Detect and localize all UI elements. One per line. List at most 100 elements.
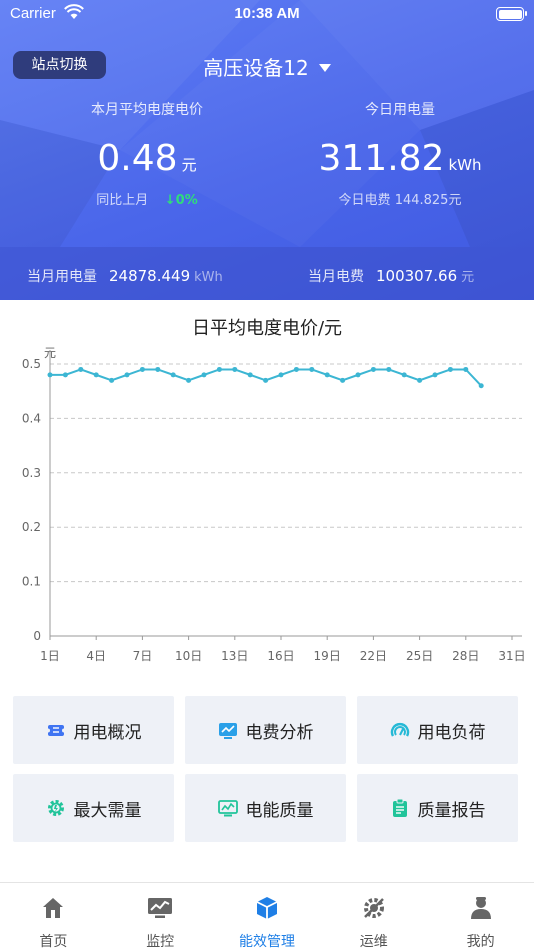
tab-2[interactable]: 监控 bbox=[107, 883, 214, 950]
y-tick-label: 0.2 bbox=[22, 520, 41, 534]
feature-button-6[interactable]: 质量报告 bbox=[357, 774, 518, 842]
month-fee: 当月电费 100307.66 元 bbox=[308, 267, 475, 285]
data-point bbox=[417, 377, 423, 383]
data-point bbox=[124, 372, 130, 378]
monitor-chart-icon bbox=[148, 898, 173, 918]
data-point bbox=[355, 372, 361, 378]
feature-button-5[interactable]: 电能质量 bbox=[185, 774, 346, 842]
feature-button-4[interactable]: 最大需量 bbox=[13, 774, 174, 842]
tab-3[interactable]: 能效管理 bbox=[214, 883, 321, 950]
data-point bbox=[186, 377, 192, 383]
feature-button-1[interactable]: 用电概况 bbox=[13, 696, 174, 764]
y-tick-label: 0.1 bbox=[22, 575, 41, 589]
clock: 10:38 AM bbox=[234, 5, 300, 22]
battery-icon bbox=[496, 7, 527, 21]
data-point bbox=[93, 372, 99, 378]
data-point bbox=[309, 366, 315, 372]
feature-button-2[interactable]: 电费分析 bbox=[185, 696, 346, 764]
device-title: 高压设备12 bbox=[203, 56, 309, 80]
y-tick-label: 0.4 bbox=[22, 411, 41, 425]
avg-price-label: 本月平均电度电价 bbox=[91, 102, 203, 118]
feature-button-label: 电能质量 bbox=[245, 800, 314, 821]
feature-button-label: 用电概况 bbox=[73, 722, 142, 743]
device-selector[interactable]: 高压设备12 bbox=[0, 52, 534, 81]
tab-bar: 首页 监控 能效管理 运维 我的 bbox=[0, 882, 534, 950]
y-tick-label: 0.5 bbox=[22, 357, 41, 371]
tab-1[interactable]: 首页 bbox=[0, 883, 107, 950]
series-line bbox=[50, 368, 482, 387]
data-point bbox=[340, 377, 346, 383]
y-tick-label: 0 bbox=[33, 629, 41, 643]
tab-5[interactable]: 我的 bbox=[427, 883, 534, 950]
x-tick-label: 22日 bbox=[360, 649, 387, 663]
monitor-icon bbox=[217, 800, 238, 817]
price-line-chart: 元00.10.20.30.40.51日 4日 7日 10日 13日 16日 19日 22日 25… bbox=[22, 346, 526, 663]
today-usage-value: 311.82 kWh bbox=[318, 138, 482, 179]
data-point bbox=[463, 366, 469, 372]
feature-button-label: 质量报告 bbox=[417, 800, 486, 821]
data-point bbox=[216, 366, 222, 372]
x-tick-label: 16日 bbox=[267, 649, 294, 663]
data-point bbox=[109, 377, 115, 383]
data-point bbox=[139, 366, 145, 372]
x-tick-label: 13日 bbox=[221, 649, 248, 663]
feature-button-label: 用电负荷 bbox=[417, 722, 486, 743]
data-point bbox=[324, 372, 330, 378]
tab-label: 首页 bbox=[39, 934, 68, 950]
x-tick-label: 10日 bbox=[175, 649, 202, 663]
data-point bbox=[247, 372, 253, 378]
data-point bbox=[47, 372, 53, 378]
x-tick-label: 7日 bbox=[133, 649, 153, 663]
data-point bbox=[263, 377, 269, 383]
tab-label: 运维 bbox=[359, 934, 388, 950]
tools-icon bbox=[363, 898, 384, 918]
data-point bbox=[78, 366, 84, 372]
y-tick-label: 0.3 bbox=[22, 466, 41, 480]
gear-icon bbox=[47, 800, 64, 816]
avg-price-value: 0.48 元 bbox=[97, 138, 197, 179]
gauge-icon bbox=[390, 723, 409, 737]
avg-price-compare: 同比上月 ↓0% bbox=[96, 193, 198, 208]
x-tick-label: 25日 bbox=[406, 649, 433, 663]
status-bar: Carrier 10:38 AM bbox=[0, 0, 534, 28]
data-point bbox=[370, 366, 376, 372]
x-tick-label: 31日 bbox=[498, 649, 525, 663]
x-tick-label: 1日 bbox=[40, 649, 60, 663]
compare-percent: ↓0% bbox=[164, 193, 198, 208]
tab-label: 能效管理 bbox=[238, 934, 295, 950]
data-point bbox=[232, 366, 238, 372]
feature-button-label: 电费分析 bbox=[245, 722, 314, 743]
data-point bbox=[401, 372, 407, 378]
clipboard-icon bbox=[392, 798, 407, 817]
cube-icon bbox=[256, 897, 278, 919]
chart-title: 日平均电度电价/元 bbox=[191, 318, 343, 339]
data-point bbox=[201, 372, 207, 378]
feature-button-label: 最大需量 bbox=[73, 800, 142, 821]
ticket-icon bbox=[45, 725, 66, 736]
tab-label: 监控 bbox=[146, 934, 175, 950]
data-point bbox=[432, 372, 438, 378]
data-point bbox=[155, 366, 161, 372]
x-tick-label: 28日 bbox=[452, 649, 479, 663]
today-usage-label: 今日用电量 bbox=[365, 102, 435, 118]
x-tick-label: 4日 bbox=[86, 649, 106, 663]
x-tick-label: 19日 bbox=[314, 649, 341, 663]
data-point bbox=[447, 366, 453, 372]
tab-label: 我的 bbox=[466, 934, 495, 950]
data-point bbox=[478, 383, 484, 389]
user-icon bbox=[470, 897, 491, 919]
caret-down-icon bbox=[318, 63, 331, 72]
data-point bbox=[293, 366, 299, 372]
today-fee: 今日电费 144.825元 bbox=[338, 193, 462, 208]
data-point bbox=[62, 372, 68, 378]
chart-icon bbox=[218, 723, 237, 739]
data-point bbox=[386, 366, 392, 372]
home-icon bbox=[43, 898, 64, 918]
feature-button-3[interactable]: 用电负荷 bbox=[357, 696, 518, 764]
data-point bbox=[278, 372, 284, 378]
header-panel: Carrier 10:38 AM 站点切换 高压设备12 本月平均电度电价 0.… bbox=[0, 0, 534, 300]
monthly-summary: 当月用电量 24878.449 kWh 当月电费 100307.66 元 bbox=[0, 247, 534, 300]
month-usage: 当月用电量 24878.449 kWh bbox=[27, 267, 223, 285]
data-point bbox=[170, 372, 176, 378]
tab-4[interactable]: 运维 bbox=[320, 883, 427, 950]
